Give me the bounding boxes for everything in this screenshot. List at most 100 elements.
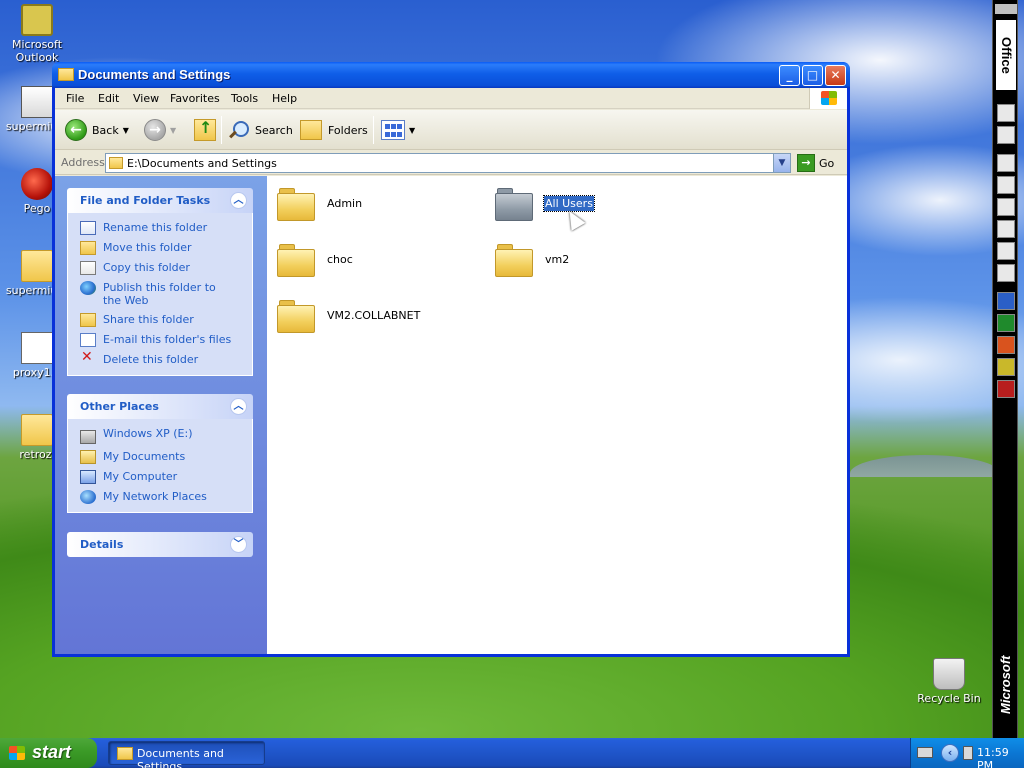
office-journal-icon[interactable] [997,242,1015,260]
start-button[interactable]: start [0,738,97,768]
task-publish-folder[interactable]: Publish this folder to the Web [80,281,252,307]
office-calendar-icon[interactable] [997,176,1015,194]
keyboard-icon[interactable] [917,747,933,758]
folder-icon [277,298,315,333]
folder-icon [495,242,533,277]
close-button[interactable]: ✕ [825,65,846,86]
folder-icon [58,68,74,81]
search-icon [227,119,249,141]
task-rename-folder[interactable]: Rename this folder [80,221,252,235]
search-button[interactable]: Search [227,116,293,144]
start-label: start [32,742,72,762]
office-bar-grip[interactable] [995,4,1017,14]
forward-dropdown-icon[interactable]: ▼ [170,126,176,135]
address-dropdown-icon[interactable]: ▼ [773,154,790,172]
menu-tools[interactable]: Tools [231,92,258,105]
views-button[interactable]: ▼ [381,116,415,144]
move-icon [80,241,96,255]
task-copy-folder[interactable]: Copy this folder [80,261,252,275]
folders-button[interactable]: Folders [300,116,368,144]
address-input[interactable]: E:\Documents and Settings ▼ [105,153,791,173]
window-titlebar[interactable]: Documents and Settings _ □ ✕ [52,62,850,88]
chevron-down-icon[interactable]: ﹀ [230,536,247,553]
recycle-bin-icon [933,658,965,690]
folder-item-admin[interactable]: Admin [277,186,363,221]
office-word-icon[interactable] [997,292,1015,310]
menu-edit[interactable]: Edit [98,92,119,105]
task-label: Rename this folder [103,221,208,234]
maximize-button[interactable]: □ [802,65,823,86]
desktop-icon-outlook[interactable]: Microsoft Outlook [2,4,72,64]
menu-help[interactable]: Help [272,92,297,105]
pego-icon [21,168,53,200]
rename-icon [80,221,96,235]
forward-arrow-icon: → [144,119,166,141]
place-my-network-places[interactable]: My Network Places [80,490,252,504]
menu-favorites[interactable]: Favorites [170,92,220,105]
window-client: File Edit View Favorites Tools Help ← Ba… [55,88,847,654]
panel-header[interactable]: Other Places ︿ [67,394,253,419]
back-dropdown-icon[interactable]: ▼ [123,126,129,135]
office-contact-icon[interactable] [997,220,1015,238]
task-delete-folder[interactable]: Delete this folder [80,351,252,367]
place-my-computer[interactable]: My Computer [80,470,252,484]
office-bar-title[interactable]: Office [996,20,1016,90]
place-windows-xp-drive[interactable]: Windows XP (E:) [80,427,252,444]
taskbar-window-button[interactable]: Documents and Settings [108,741,265,768]
place-label: Windows XP (E:) [103,427,193,440]
my-computer-icon [80,470,96,484]
office-access-icon[interactable] [997,380,1015,398]
folder-label: VM2.COLLABNET [327,308,421,322]
task-email-files[interactable]: E-mail this folder's files [80,333,252,347]
desktop-icon-recycle-bin[interactable]: Recycle Bin [914,658,984,705]
panel-header[interactable]: File and Folder Tasks ︿ [67,188,253,213]
delete-icon [80,351,96,367]
windows-flag-icon [9,746,25,760]
menu-file[interactable]: File [66,92,84,105]
folder-icon [277,186,315,221]
outlook-icon [21,4,53,36]
task-share-folder[interactable]: Share this folder [80,313,252,327]
clock[interactable]: 11:59 PM [977,746,1024,768]
task-label: Share this folder [103,313,194,326]
desktop-icon-label: Recycle Bin [917,692,981,705]
office-open-document-icon[interactable] [997,126,1015,144]
folder-item-vm2[interactable]: vm2 [495,242,570,277]
office-note-icon[interactable] [997,264,1015,282]
chevron-up-icon[interactable]: ︿ [230,398,247,415]
panel-body: Rename this folder Move this folder Copy… [67,213,253,376]
office-powerpoint-icon[interactable] [997,336,1015,354]
go-button[interactable]: → Go [797,153,843,173]
place-my-documents[interactable]: My Documents [80,450,252,464]
minimize-button[interactable]: _ [779,65,800,86]
folder-item-choc[interactable]: choc [277,242,354,277]
menu-view[interactable]: View [133,92,159,105]
share-icon [80,313,96,327]
forward-button[interactable]: → ▼ [144,116,176,144]
chevron-up-icon[interactable]: ︿ [230,192,247,209]
up-button[interactable] [194,116,216,144]
office-task-icon[interactable] [997,198,1015,216]
application-icon [21,86,53,118]
show-hidden-icons-icon[interactable]: ‹ [941,744,959,762]
back-arrow-icon: ← [65,119,87,141]
desktop-icon-label: retrozi [19,448,55,461]
place-label: My Computer [103,470,178,483]
task-label: Publish this folder to the Web [103,281,216,307]
panel-header[interactable]: Details ﹀ [67,532,253,557]
office-mail-icon[interactable] [997,154,1015,172]
office-excel-icon[interactable] [997,314,1015,332]
toolbar-separator [373,116,374,144]
folder-icon [109,157,123,169]
folder-icon [21,414,53,446]
volume-icon[interactable] [963,746,973,760]
other-places-panel: Other Places ︿ Windows XP (E:) My Docume… [67,394,253,513]
task-label: Move this folder [103,241,192,254]
office-new-document-icon[interactable] [997,104,1015,122]
office-outlook-icon[interactable] [997,358,1015,376]
back-button[interactable]: ← Back ▼ [65,116,129,144]
folder-item-vm2-collabnet[interactable]: VM2.COLLABNET [277,298,421,333]
task-move-folder[interactable]: Move this folder [80,241,252,255]
folders-label: Folders [328,123,368,137]
windows-logo [809,88,847,109]
